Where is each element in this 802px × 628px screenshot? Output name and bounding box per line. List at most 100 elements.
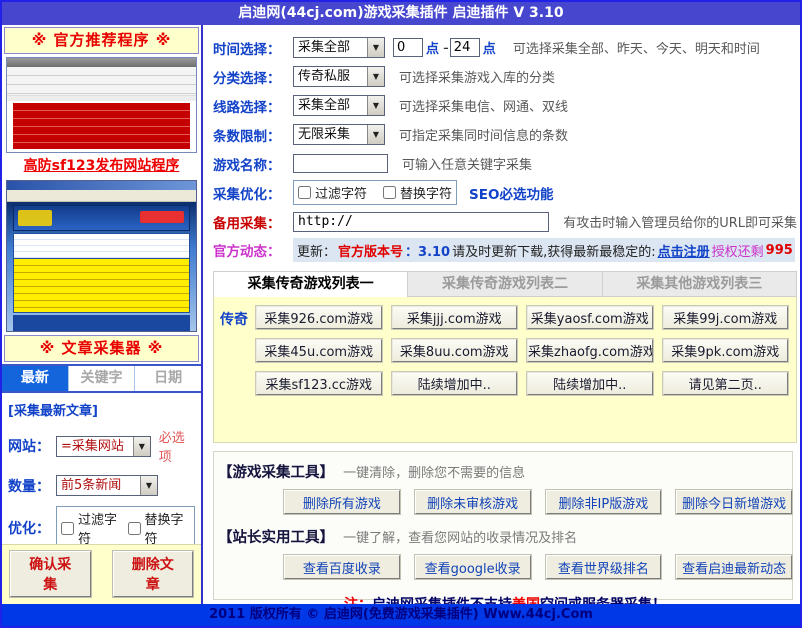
filter-checkbox-side[interactable]	[61, 522, 74, 535]
confirm-collect-button[interactable]: 确认采集	[10, 551, 91, 597]
tool-button[interactable]: 删除今日新增游戏	[676, 490, 792, 514]
sidebar-form: [采集最新文章] 网站： =采集网站= ▼ 必选项 数量： 前5条新闻 ▼	[2, 393, 201, 544]
optimize-main-label: 采集优化：	[213, 183, 293, 203]
line-label: 线路选择：	[213, 96, 293, 116]
warning-note: 注：启迪网采集插件不支持美国空间或服务器采集！	[218, 594, 792, 604]
filter-checkbox-main[interactable]	[298, 186, 311, 199]
app-window: 启迪网(44cj.com)游戏采集插件 启迪插件 V 3.10 ※ 官方推荐程序…	[0, 0, 802, 628]
game-collect-button[interactable]: 采集9pk.com游戏	[663, 339, 789, 362]
hour-to-input[interactable]	[450, 38, 480, 57]
game-tools-buttons: 删除所有游戏删除未审核游戏删除非IP版游戏删除今日新增游戏	[284, 490, 792, 514]
category-select-label: 分类选择：	[213, 67, 293, 87]
promo-site-link[interactable]: 高防sf123发布网站程序	[6, 153, 197, 178]
seo-note: SEO必选功能	[469, 183, 553, 203]
register-link[interactable]: 点击注册	[658, 241, 710, 260]
sidebar-tab-latest[interactable]: 最新	[2, 366, 68, 391]
optimize-row-main: 采集优化： 过滤字符 替换字符 SEO必选功能	[213, 178, 797, 207]
mini-browser-titlebar	[7, 181, 196, 190]
footer-bar: 2011 版权所有 © 启迪网(免费游戏采集插件) Www.44cj.Com	[2, 604, 800, 626]
dropdown-arrow-icon[interactable]: ▼	[367, 125, 384, 144]
news-strip: 更新： 官方版本号 ：3.10 请及时更新下载,获得最新最稳定的: 点击注册 授…	[293, 238, 795, 262]
time-select[interactable]: 采集全部 ▼	[293, 37, 385, 58]
tool-button[interactable]: 查看启迪最新动态	[676, 555, 792, 579]
game-collect-button[interactable]: 采集99j.com游戏	[663, 306, 789, 329]
mini-site-footer	[13, 315, 190, 331]
hour-dash: -	[443, 38, 449, 57]
mini-site-header	[13, 205, 190, 231]
sidebar-section-title: [采集最新文章]	[8, 400, 195, 419]
webmaster-tools-title: 【站长实用工具】	[218, 530, 334, 546]
game-category-value: 传奇私服	[294, 67, 367, 86]
title-bar: 启迪网(44cj.com)游戏采集插件 启迪插件 V 3.10	[2, 2, 800, 25]
game-collect-button[interactable]: 采集jjj.com游戏	[392, 306, 518, 329]
game-collect-button[interactable]: 采集sf123.cc游戏	[256, 372, 382, 395]
game-name-desc: 可输入任意关键字采集	[402, 154, 532, 173]
news-version-label: 官方版本号	[338, 241, 403, 260]
filter-checkbox-label: 过滤字符	[78, 509, 124, 547]
optimize-box-main: 过滤字符 替换字符	[293, 180, 457, 205]
game-name-row: 游戏名称： 可输入任意关键字采集	[213, 149, 797, 178]
tab-game-list-3[interactable]: 采集其他游戏列表三	[603, 271, 797, 297]
promo-thumbnail-wrap: 高防sf123发布网站程序	[6, 57, 197, 178]
dropdown-arrow-icon[interactable]: ▼	[367, 96, 384, 115]
replace-checkbox-side[interactable]	[128, 522, 141, 535]
required-note: 必选项	[159, 427, 195, 465]
game-collect-button[interactable]: 采集yaosf.com游戏	[527, 306, 653, 329]
game-panel: 传奇 采集926.com游戏采集jjj.com游戏采集yaosf.com游戏采集…	[213, 297, 797, 443]
game-collect-button[interactable]: 陆续增加中..	[392, 372, 518, 395]
tool-button[interactable]: 查看google收录	[415, 555, 531, 579]
delete-article-button[interactable]: 删除文章	[113, 551, 194, 597]
tool-button[interactable]: 删除未审核游戏	[415, 490, 531, 514]
thumbnail-link-grid	[7, 67, 196, 95]
game-collect-button[interactable]: 陆续增加中..	[527, 372, 653, 395]
dropdown-arrow-icon[interactable]: ▼	[367, 38, 384, 57]
category-desc: 可选择采集游戏入库的分类	[399, 67, 555, 86]
limit-label: 条数限制：	[213, 125, 293, 145]
website-select-value: =采集网站=	[57, 437, 133, 456]
time-desc: 可选择采集全部、昨天、今天、明天和时间	[513, 38, 760, 57]
dropdown-arrow-icon[interactable]: ▼	[140, 476, 157, 495]
tool-button[interactable]: 查看世界级排名	[546, 555, 662, 579]
line-desc: 可选择采集电信、网通、双线	[399, 96, 568, 115]
sidebar-tab-keyword[interactable]: 关键字	[68, 366, 135, 391]
webmaster-tools-desc: 一键了解，查看您网站的收录情况及排名	[343, 531, 577, 546]
thumbnail-divider	[7, 95, 196, 101]
quantity-select[interactable]: 前5条新闻 ▼	[56, 475, 158, 496]
game-tools-header: 【游戏采集工具】 一键清除，删除您不需要的信息	[218, 461, 792, 482]
game-tools-desc: 一键清除，删除您不需要的信息	[343, 466, 525, 481]
tool-button[interactable]: 查看百度收录	[284, 555, 400, 579]
dropdown-arrow-icon[interactable]: ▼	[367, 67, 384, 86]
game-collect-button[interactable]: 采集926.com游戏	[256, 306, 382, 329]
webmaster-tools-buttons: 查看百度收录查看google收录查看世界级排名查看启迪最新动态	[284, 555, 792, 579]
website-select[interactable]: =采集网站= ▼	[56, 436, 151, 457]
tab-game-list-1[interactable]: 采集传奇游戏列表一	[213, 271, 408, 297]
tab-game-list-2[interactable]: 采集传奇游戏列表二	[408, 271, 602, 297]
game-tools-title: 【游戏采集工具】	[218, 465, 334, 481]
auth-days: 995	[766, 243, 793, 258]
limit-select[interactable]: 无限采集 ▼	[293, 124, 385, 145]
game-site-thumbnail[interactable]	[6, 180, 197, 332]
backup-url-input[interactable]	[293, 212, 549, 232]
game-collect-button[interactable]: 采集zhaofg.com游戏	[527, 339, 653, 362]
game-collect-button[interactable]: 采集8uu.com游戏	[392, 339, 518, 362]
promo-header: ※ 官方推荐程序 ※	[4, 27, 199, 54]
article-collector-header: ※ 文章采集器 ※	[4, 335, 199, 362]
game-name-input[interactable]	[293, 154, 388, 173]
line-select[interactable]: 采集全部 ▼	[293, 95, 385, 116]
website-row: 网站： =采集网站= ▼ 必选项	[8, 427, 195, 465]
game-collect-button[interactable]: 请见第二页..	[663, 372, 789, 395]
tool-button[interactable]: 删除非IP版游戏	[546, 490, 662, 514]
hour-from-input[interactable]	[393, 38, 423, 57]
time-label: 时间选择：	[213, 38, 293, 58]
note-part1: 启迪网采集插件不支持	[372, 597, 512, 604]
quantity-select-value: 前5条新闻	[57, 476, 140, 495]
tool-button[interactable]: 删除所有游戏	[284, 490, 400, 514]
promo-site-thumbnail[interactable]	[6, 57, 197, 153]
replace-main-label: 替换字符	[400, 183, 452, 202]
dropdown-arrow-icon[interactable]: ▼	[133, 437, 150, 456]
game-collect-button[interactable]: 采集45u.com游戏	[256, 339, 382, 362]
sidebar-tab-date[interactable]: 日期	[134, 366, 201, 391]
content: ※ 官方推荐程序 ※ 高防sf123发布网站程序	[2, 25, 800, 604]
replace-checkbox-main[interactable]	[383, 186, 396, 199]
game-category-select[interactable]: 传奇私服 ▼	[293, 66, 385, 87]
